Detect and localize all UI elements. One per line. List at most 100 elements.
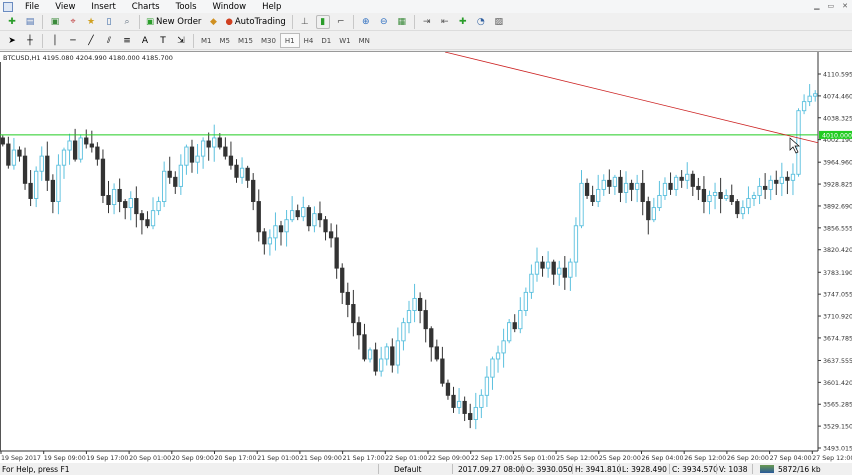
time-label: 21 Sep 17:00 — [343, 455, 385, 462]
menu-help[interactable]: Help — [254, 2, 289, 12]
text-label-icon[interactable]: T — [156, 34, 170, 48]
bear-candle — [417, 297, 423, 311]
templates-icon[interactable]: ▨ — [492, 15, 506, 29]
time-label: 27 Sep 04:00 — [770, 455, 812, 462]
bear-candle — [774, 179, 779, 184]
metaeditor-icon[interactable]: ◆ — [206, 15, 220, 29]
data-window-icon[interactable]: ⌖ — [66, 15, 80, 29]
bull-candle — [579, 182, 584, 227]
market-watch-icon[interactable]: ▣ — [48, 15, 62, 29]
menu-charts[interactable]: Charts — [124, 2, 168, 12]
channel-icon[interactable]: ⫽ — [102, 34, 116, 48]
menu-view[interactable]: View — [47, 2, 83, 12]
time-label: 20 Sep 09:00 — [172, 455, 214, 462]
bear-candle — [462, 400, 467, 414]
cursor-icon[interactable]: ➤ — [5, 34, 19, 48]
terminal-icon[interactable]: ▯ — [102, 15, 116, 29]
price-label: 4074.460 — [823, 93, 852, 100]
line-chart-icon[interactable]: ⌐ — [334, 15, 348, 29]
minimize-icon[interactable]: ▁ — [814, 2, 819, 10]
price-label: 3493.015 — [823, 446, 852, 453]
time-label: 20 Sep 17:00 — [215, 455, 257, 462]
indicators-icon[interactable]: ✚ — [456, 15, 470, 29]
text-icon[interactable]: A — [138, 34, 152, 48]
chart-window[interactable]: 4110.595 4074.460 4038.325 4002.190 3964.960… — [0, 51, 852, 463]
bull-candle — [712, 192, 718, 196]
zoom-in-icon[interactable]: ⊕ — [359, 15, 373, 29]
bear-candle — [223, 146, 228, 157]
bull-candle — [67, 140, 72, 151]
time-label: 20 Sep 01:00 — [129, 455, 171, 462]
bear-candle — [278, 225, 284, 233]
crosshair-icon[interactable]: ┼ — [23, 34, 37, 48]
bear-candle — [629, 182, 634, 190]
timeframe-m1[interactable]: M1 — [197, 33, 216, 48]
trendline-icon[interactable]: ╱ — [84, 34, 98, 48]
bear-candle — [251, 179, 256, 202]
price-label: 3928.825 — [823, 182, 852, 189]
bull-candle — [401, 322, 406, 342]
bear-candle — [117, 188, 122, 202]
status-open: O: 3930.050 — [526, 465, 573, 474]
bull-candle — [557, 267, 562, 275]
bull-candle — [395, 340, 401, 366]
candlestick-icon[interactable]: ▮ — [315, 14, 330, 29]
bear-candle — [328, 231, 334, 239]
close-icon[interactable]: ✕ — [842, 2, 848, 10]
bull-candle — [484, 376, 490, 396]
autotrading-label: AutoTrading — [234, 16, 286, 27]
bull-candle — [768, 179, 773, 190]
fibonacci-icon[interactable]: ≡ — [120, 34, 134, 48]
bear-candle — [434, 346, 439, 360]
timeframe-mn[interactable]: MN — [355, 33, 374, 48]
bull-candle — [456, 400, 462, 408]
time-label: 19 Sep 2017 — [1, 455, 41, 462]
bear-candle — [45, 155, 50, 181]
menu-file[interactable]: File — [17, 2, 47, 12]
periods-icon[interactable]: ◔ — [474, 15, 488, 29]
price-label: 3674.785 — [823, 335, 852, 342]
timeframe-w1[interactable]: W1 — [335, 33, 354, 48]
bear-candle — [72, 140, 78, 160]
timeframe-m15[interactable]: M15 — [234, 33, 257, 48]
time-label: 22 Sep 01:00 — [385, 455, 427, 462]
timeframe-m5[interactable]: M5 — [216, 33, 235, 48]
bull-candle — [367, 349, 373, 360]
status-low: L: 3928.490 — [622, 465, 667, 474]
horizontal-line-icon[interactable]: ─ — [66, 34, 80, 48]
bar-chart-icon[interactable]: ⊥ — [298, 15, 312, 29]
bear-candle — [607, 179, 612, 187]
timeframe-d1[interactable]: D1 — [317, 33, 335, 48]
bear-candle — [390, 346, 395, 366]
bull-candle — [212, 137, 217, 148]
time-label: 22 Sep 09:00 — [428, 455, 470, 462]
arrows-icon[interactable]: ⇲ — [174, 34, 188, 48]
zoom-out-icon[interactable]: ⊖ — [377, 15, 391, 29]
time-label: 21 Sep 09:00 — [300, 455, 342, 462]
profiles-icon[interactable]: ▤ — [23, 15, 37, 29]
menu-window[interactable]: Window — [205, 2, 255, 12]
bear-candle — [145, 219, 150, 227]
timeframe-h1[interactable]: H1 — [279, 33, 300, 48]
auto-scroll-icon[interactable]: ⇥ — [420, 15, 434, 29]
bull-candle — [128, 198, 133, 209]
bull-candle — [740, 207, 746, 215]
autotrading-button[interactable]: ● AutoTrading — [222, 14, 288, 29]
menu-tools[interactable]: Tools — [168, 2, 205, 12]
menu-insert[interactable]: Insert — [83, 2, 123, 12]
new-order-button[interactable]: ▣ New Order — [143, 14, 204, 29]
tester-icon[interactable]: ⌕ — [120, 15, 134, 29]
chart-shift-icon[interactable]: ⇤ — [438, 15, 452, 29]
tile-windows-icon[interactable]: ▦ — [395, 15, 409, 29]
time-label: 19 Sep 09:00 — [44, 455, 86, 462]
bull-candle — [495, 352, 501, 360]
new-chart-icon[interactable]: ✚ — [5, 15, 19, 29]
navigator-icon[interactable]: ★ — [84, 15, 98, 29]
time-label: 21 Sep 01:00 — [257, 455, 299, 462]
candlestick-chart[interactable]: 4110.5954074.4604038.3254002.1903964.960… — [0, 52, 852, 464]
restore-icon[interactable]: ▭ — [828, 2, 835, 10]
vertical-line-icon[interactable]: │ — [48, 34, 62, 48]
timeframe-m30[interactable]: M30 — [257, 33, 280, 48]
price-label: 3601.420 — [823, 380, 852, 387]
timeframe-h4[interactable]: H4 — [300, 33, 318, 48]
